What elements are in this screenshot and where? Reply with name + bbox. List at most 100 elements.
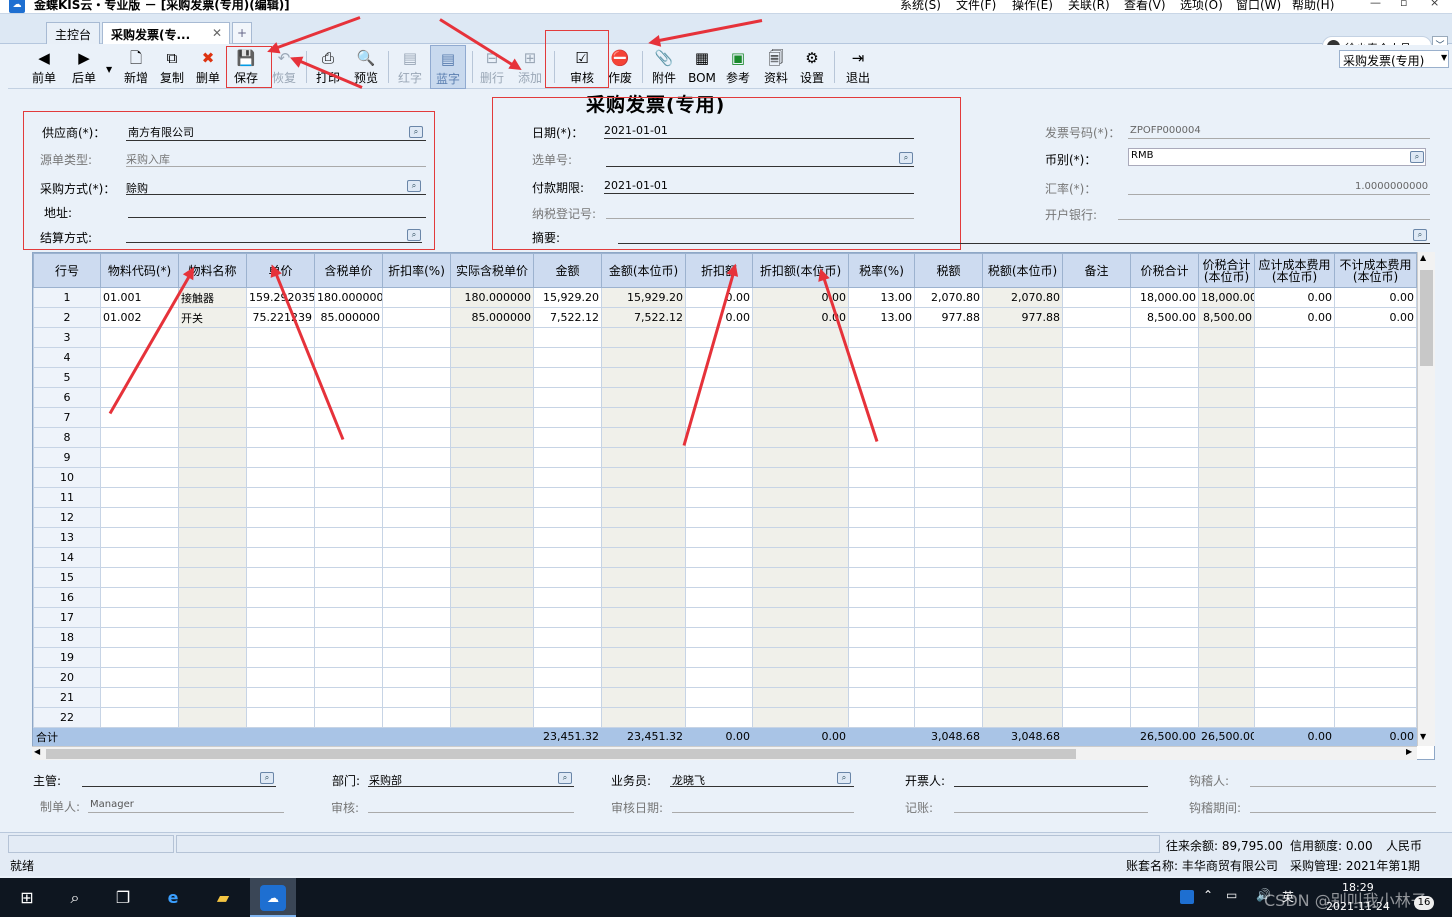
- grid-cell[interactable]: [382, 347, 451, 368]
- grid-cell[interactable]: [848, 327, 915, 348]
- grid-cell[interactable]: 26,500.00: [1130, 727, 1199, 746]
- grid-cell[interactable]: [1198, 567, 1255, 588]
- grid-cell[interactable]: [752, 687, 849, 708]
- scroll-up-icon[interactable]: ▲: [1420, 253, 1426, 262]
- grid-cell[interactable]: [100, 647, 179, 668]
- settlement-field[interactable]: [126, 242, 422, 243]
- next-dropdown-icon[interactable]: ▼: [106, 65, 112, 74]
- grid-cell[interactable]: [1198, 347, 1255, 368]
- grid-cell[interactable]: [382, 607, 451, 628]
- grid-cell[interactable]: [752, 467, 849, 488]
- tab-purchase-invoice[interactable]: 采购发票(专... ✕: [102, 22, 230, 44]
- grid-cell[interactable]: [685, 367, 753, 388]
- column-header[interactable]: 折扣额(本位币): [752, 253, 849, 288]
- grid-cell[interactable]: [752, 567, 849, 588]
- grid-cell[interactable]: [178, 467, 247, 488]
- maker-value[interactable]: Manager: [90, 799, 134, 810]
- grid-cell[interactable]: [1130, 487, 1199, 508]
- grid-cell[interactable]: [1198, 647, 1255, 668]
- grid-cell[interactable]: [848, 347, 915, 368]
- grid-cell[interactable]: [848, 487, 915, 508]
- grid-cell[interactable]: [982, 667, 1063, 688]
- select-no-lookup-icon[interactable]: ⌕: [899, 152, 913, 164]
- notification-badge[interactable]: 16: [1414, 896, 1434, 910]
- scroll-down-icon[interactable]: ▼: [1420, 732, 1426, 741]
- grid-cell[interactable]: [601, 447, 686, 468]
- grid-cell[interactable]: [382, 687, 451, 708]
- grid-cell[interactable]: 85.000000: [314, 307, 383, 328]
- grid-cell[interactable]: [914, 607, 983, 628]
- grid-cell[interactable]: [1062, 447, 1131, 468]
- grid-cell[interactable]: [382, 587, 451, 608]
- grid-cell[interactable]: [100, 367, 179, 388]
- grid-cell[interactable]: [752, 667, 849, 688]
- grid-cell[interactable]: [601, 587, 686, 608]
- grid-cell[interactable]: [752, 487, 849, 508]
- grid-cell[interactable]: [914, 707, 983, 728]
- column-header[interactable]: 含税单价: [314, 253, 383, 288]
- windows-start-icon[interactable]: ⊞: [14, 885, 40, 911]
- add-tab-icon[interactable]: +: [232, 22, 252, 44]
- grid-cell[interactable]: [685, 647, 753, 668]
- grid-cell[interactable]: [982, 387, 1063, 408]
- checker-field[interactable]: [1250, 786, 1436, 787]
- bank-field[interactable]: [1118, 219, 1430, 220]
- grid-cell[interactable]: [533, 607, 602, 628]
- grid-cell[interactable]: [382, 507, 451, 528]
- file-explorer-icon[interactable]: ▰: [210, 885, 236, 911]
- grid-cell[interactable]: [752, 587, 849, 608]
- grid-cell[interactable]: 0.00: [685, 287, 753, 308]
- grid-cell[interactable]: [914, 447, 983, 468]
- grid-cell[interactable]: [533, 687, 602, 708]
- grid-cell[interactable]: [848, 407, 915, 428]
- table-row[interactable]: 19: [33, 647, 1417, 668]
- grid-cell[interactable]: [1130, 387, 1199, 408]
- scroll-right-icon[interactable]: ▶: [1406, 747, 1412, 756]
- search-icon[interactable]: ⌕: [62, 885, 88, 911]
- grid-cell[interactable]: [382, 407, 451, 428]
- grid-cell[interactable]: [601, 467, 686, 488]
- grid-cell[interactable]: [848, 707, 915, 728]
- grid-cell[interactable]: [752, 367, 849, 388]
- menu-help[interactable]: 帮助(H): [1292, 0, 1334, 13]
- grid-cell[interactable]: [982, 507, 1063, 528]
- grid-cell[interactable]: [1130, 547, 1199, 568]
- grid-cell[interactable]: [914, 427, 983, 448]
- table-row[interactable]: 6: [33, 387, 1417, 408]
- grid-cell[interactable]: [314, 667, 383, 688]
- table-row[interactable]: 9: [33, 447, 1417, 468]
- grid-cell[interactable]: [314, 327, 383, 348]
- grid-cell[interactable]: [601, 707, 686, 728]
- grid-cell[interactable]: [848, 627, 915, 648]
- grid-cell[interactable]: [178, 567, 247, 588]
- grid-cell[interactable]: [1254, 687, 1335, 708]
- supplier-value[interactable]: 南方有限公司: [128, 124, 194, 140]
- form-type-dropdown-icon[interactable]: ▼: [1441, 53, 1447, 62]
- grid-cell[interactable]: [982, 427, 1063, 448]
- grid-cell[interactable]: [178, 587, 247, 608]
- grid-cell[interactable]: 7,522.12: [533, 307, 602, 328]
- grid-cell[interactable]: [450, 447, 534, 468]
- grid-cell[interactable]: [382, 487, 451, 508]
- grid-cell[interactable]: [685, 687, 753, 708]
- grid-cell[interactable]: [1062, 627, 1131, 648]
- grid-cell[interactable]: [178, 347, 247, 368]
- grid-cell[interactable]: [314, 427, 383, 448]
- column-header[interactable]: 价税合计: [1130, 253, 1199, 288]
- grid-cell[interactable]: [1062, 307, 1131, 328]
- grid-cell[interactable]: [752, 327, 849, 348]
- table-row[interactable]: 7: [33, 407, 1417, 428]
- grid-cell[interactable]: [752, 447, 849, 468]
- grid-cell[interactable]: [178, 627, 247, 648]
- grid-cell[interactable]: [982, 527, 1063, 548]
- grid-cell[interactable]: [314, 587, 383, 608]
- grid-cell[interactable]: 8,500.00: [1198, 307, 1255, 328]
- grid-cell[interactable]: [914, 687, 983, 708]
- grid-cell[interactable]: [100, 467, 179, 488]
- grid-cell[interactable]: [178, 327, 247, 348]
- grid-cell[interactable]: [1198, 367, 1255, 388]
- clock-date[interactable]: 2021-11-24: [1326, 900, 1390, 913]
- grid-cell[interactable]: [450, 427, 534, 448]
- grid-cell[interactable]: [1254, 487, 1335, 508]
- grid-cell[interactable]: [1334, 667, 1417, 688]
